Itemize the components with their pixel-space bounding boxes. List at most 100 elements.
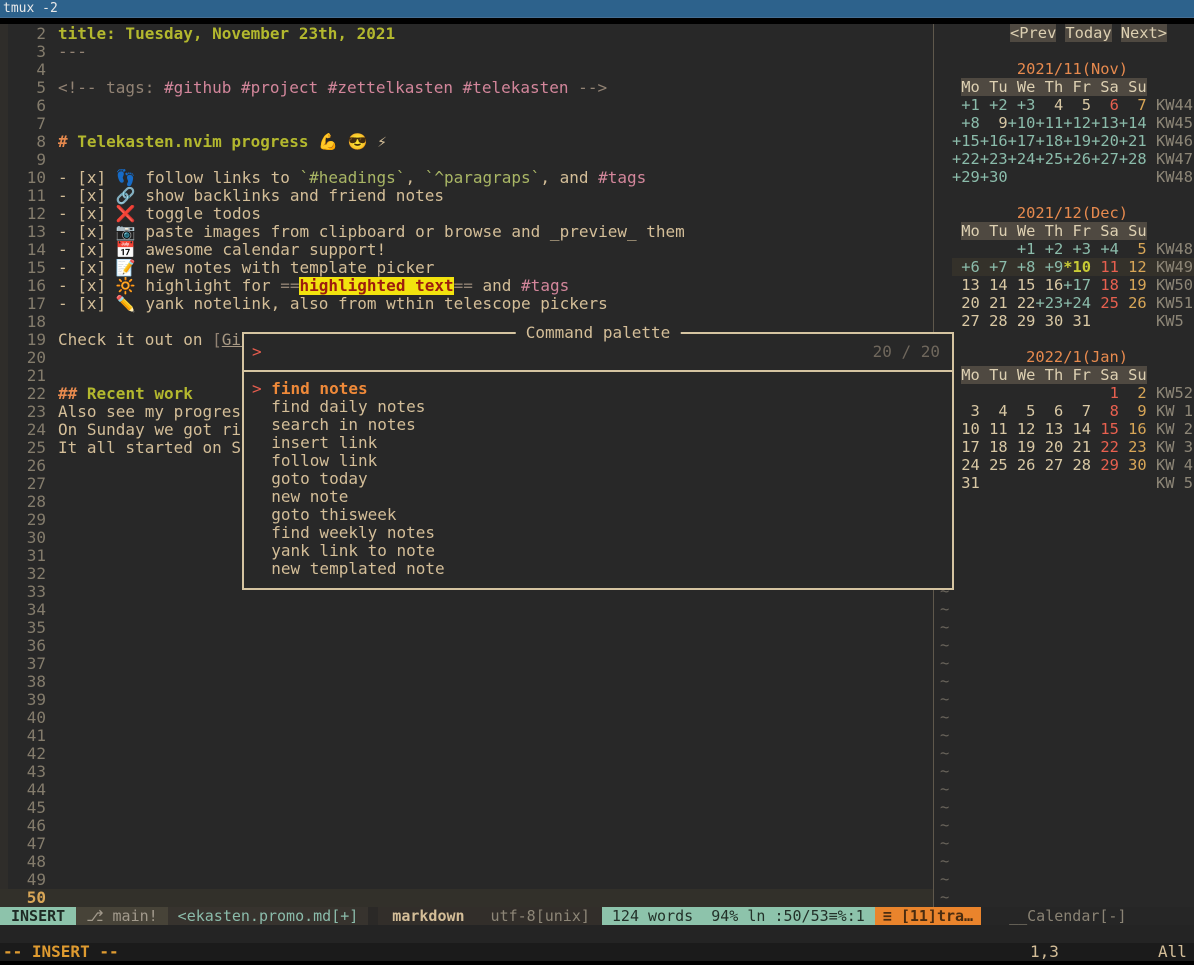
calendar-day[interactable]: +17 — [1063, 276, 1091, 294]
editor-line[interactable]: 11- [x] 🔗 show backlinks and friend note… — [0, 187, 933, 205]
editor-line[interactable]: 47 — [0, 835, 933, 853]
calendar-day[interactable]: 4 — [980, 402, 1008, 420]
calendar-day[interactable]: +26 — [1063, 150, 1091, 168]
editor-line[interactable]: 3--- — [0, 43, 933, 61]
editor-line[interactable]: 35 — [0, 619, 933, 637]
calendar-day[interactable]: +28 — [1119, 150, 1147, 168]
calendar-day[interactable]: 25 — [1091, 294, 1119, 312]
palette-item-goto-today[interactable]: goto today — [244, 470, 952, 488]
calendar-day[interactable]: +11 — [1035, 114, 1063, 132]
calendar-day[interactable]: 6 — [1035, 402, 1063, 420]
calendar-day[interactable]: 31 — [952, 474, 980, 492]
calendar-day[interactable]: 25 — [980, 456, 1008, 474]
calendar-next-button[interactable]: Next> — [1121, 24, 1167, 42]
calendar-day[interactable]: 31 — [1063, 312, 1091, 330]
calendar-day[interactable]: 11 — [1091, 258, 1119, 276]
editor-line[interactable]: 5<!-- tags: #github #project #zettelkast… — [0, 79, 933, 97]
calendar-day[interactable]: +13 — [1091, 114, 1119, 132]
palette-item-goto-thisweek[interactable]: goto thisweek — [244, 506, 952, 524]
calendar-day[interactable]: 20 — [952, 294, 980, 312]
calendar-day[interactable]: 12 — [1008, 420, 1036, 438]
calendar-day[interactable]: *10 — [1063, 258, 1091, 276]
palette-item-new-templated-note[interactable]: new templated note — [244, 560, 952, 578]
calendar-day[interactable]: 10 — [952, 420, 980, 438]
calendar-day[interactable]: 11 — [980, 420, 1008, 438]
calendar-day[interactable]: 22 — [1008, 294, 1036, 312]
calendar-day[interactable]: 12 — [1119, 258, 1147, 276]
editor-line[interactable]: 49 — [0, 871, 933, 889]
calendar-day[interactable]: 29 — [1008, 312, 1036, 330]
calendar-window[interactable]: <PrevTodayNext> 2021/11(Nov) Mo Tu We Th… — [934, 24, 1194, 907]
editor-line[interactable]: 14- [x] 📅 awesome calendar support! — [0, 241, 933, 259]
calendar-today-button[interactable]: Today — [1065, 24, 1111, 42]
palette-item-find-notes[interactable]: > find notes — [244, 380, 952, 398]
calendar-day[interactable]: 13 — [952, 276, 980, 294]
editor-line[interactable]: 9 — [0, 151, 933, 169]
calendar-day[interactable]: 29 — [1091, 456, 1119, 474]
calendar-day[interactable]: 1 — [1091, 384, 1119, 402]
calendar-day[interactable]: +23 — [980, 150, 1008, 168]
calendar-day[interactable]: +3 — [1008, 96, 1036, 114]
editor-line[interactable]: 50 — [0, 889, 933, 907]
calendar-day[interactable]: +21 — [1119, 132, 1147, 150]
editor-line[interactable]: 48 — [0, 853, 933, 871]
calendar-day[interactable]: 14 — [980, 276, 1008, 294]
calendar-day[interactable]: +4 — [1091, 240, 1119, 258]
editor-line[interactable]: 40 — [0, 709, 933, 727]
calendar-day[interactable]: 15 — [1091, 420, 1119, 438]
editor-line[interactable]: 17- [x] ✏️ yank notelink, also from wthi… — [0, 295, 933, 313]
editor-line[interactable]: 16- [x] 🔆 highlight for ==highlighted te… — [0, 277, 933, 295]
editor-line[interactable]: 7 — [0, 115, 933, 133]
palette-item-search-in-notes[interactable]: search in notes — [244, 416, 952, 434]
calendar-day[interactable]: 26 — [1119, 294, 1147, 312]
calendar-day[interactable]: +3 — [1063, 240, 1091, 258]
editor-line[interactable]: 41 — [0, 727, 933, 745]
editor-line[interactable]: 34 — [0, 601, 933, 619]
palette-prompt-box[interactable]: Command palette > 20 / 20 — [242, 332, 954, 372]
calendar-day[interactable]: +16 — [980, 132, 1008, 150]
calendar-day[interactable]: 4 — [1035, 96, 1063, 114]
editor-line[interactable]: 37 — [0, 655, 933, 673]
editor-line[interactable]: 12- [x] ❌ toggle todos — [0, 205, 933, 223]
palette-item-new-note[interactable]: new note — [244, 488, 952, 506]
calendar-day[interactable]: +19 — [1063, 132, 1091, 150]
calendar-day[interactable]: 15 — [1008, 276, 1036, 294]
calendar-day[interactable]: 22 — [1091, 438, 1119, 456]
calendar-day[interactable]: 26 — [1008, 456, 1036, 474]
calendar-day[interactable]: +27 — [1091, 150, 1119, 168]
calendar-day[interactable]: +7 — [980, 258, 1008, 276]
palette-item-find-weekly-notes[interactable]: find weekly notes — [244, 524, 952, 542]
calendar-day[interactable]: +18 — [1035, 132, 1063, 150]
editor-line[interactable]: 15- [x] 📝 new notes with template picker — [0, 259, 933, 277]
calendar-day[interactable]: 18 — [1091, 276, 1119, 294]
calendar-day[interactable]: 30 — [1035, 312, 1063, 330]
editor-line[interactable]: 6 — [0, 97, 933, 115]
calendar-day[interactable]: 24 — [952, 456, 980, 474]
calendar-day[interactable]: +2 — [1035, 240, 1063, 258]
calendar-day[interactable]: 3 — [952, 402, 980, 420]
calendar-day[interactable]: +30 — [980, 168, 1008, 186]
calendar-day[interactable]: 6 — [1091, 96, 1119, 114]
calendar-day[interactable]: +1 — [952, 96, 980, 114]
calendar-day[interactable]: 5 — [1119, 240, 1147, 258]
editor-line[interactable]: 4 — [0, 61, 933, 79]
calendar-day[interactable]: 19 — [1008, 438, 1036, 456]
editor-line[interactable]: 18 — [0, 313, 933, 331]
calendar-day[interactable]: 21 — [980, 294, 1008, 312]
calendar-day[interactable]: +20 — [1091, 132, 1119, 150]
editor-line[interactable]: 2title: Tuesday, November 23th, 2021 — [0, 25, 933, 43]
calendar-day[interactable]: +6 — [952, 258, 980, 276]
calendar-day[interactable]: +17 — [1008, 132, 1036, 150]
calendar-day[interactable]: +23 — [1035, 294, 1063, 312]
calendar-day[interactable]: 8 — [1091, 402, 1119, 420]
calendar-day[interactable]: 17 — [952, 438, 980, 456]
palette-prompt-input[interactable]: > — [252, 343, 262, 361]
calendar-day[interactable]: 5 — [1008, 402, 1036, 420]
calendar-day[interactable]: +14 — [1119, 114, 1147, 132]
calendar-day[interactable]: +9 — [1035, 258, 1063, 276]
palette-item-insert-link[interactable]: insert link — [244, 434, 952, 452]
calendar-day[interactable]: +8 — [952, 114, 980, 132]
calendar-day[interactable]: 13 — [1035, 420, 1063, 438]
editor-line[interactable]: 10- [x] 👣 follow links to `#headings`, `… — [0, 169, 933, 187]
calendar-day[interactable]: 21 — [1063, 438, 1091, 456]
